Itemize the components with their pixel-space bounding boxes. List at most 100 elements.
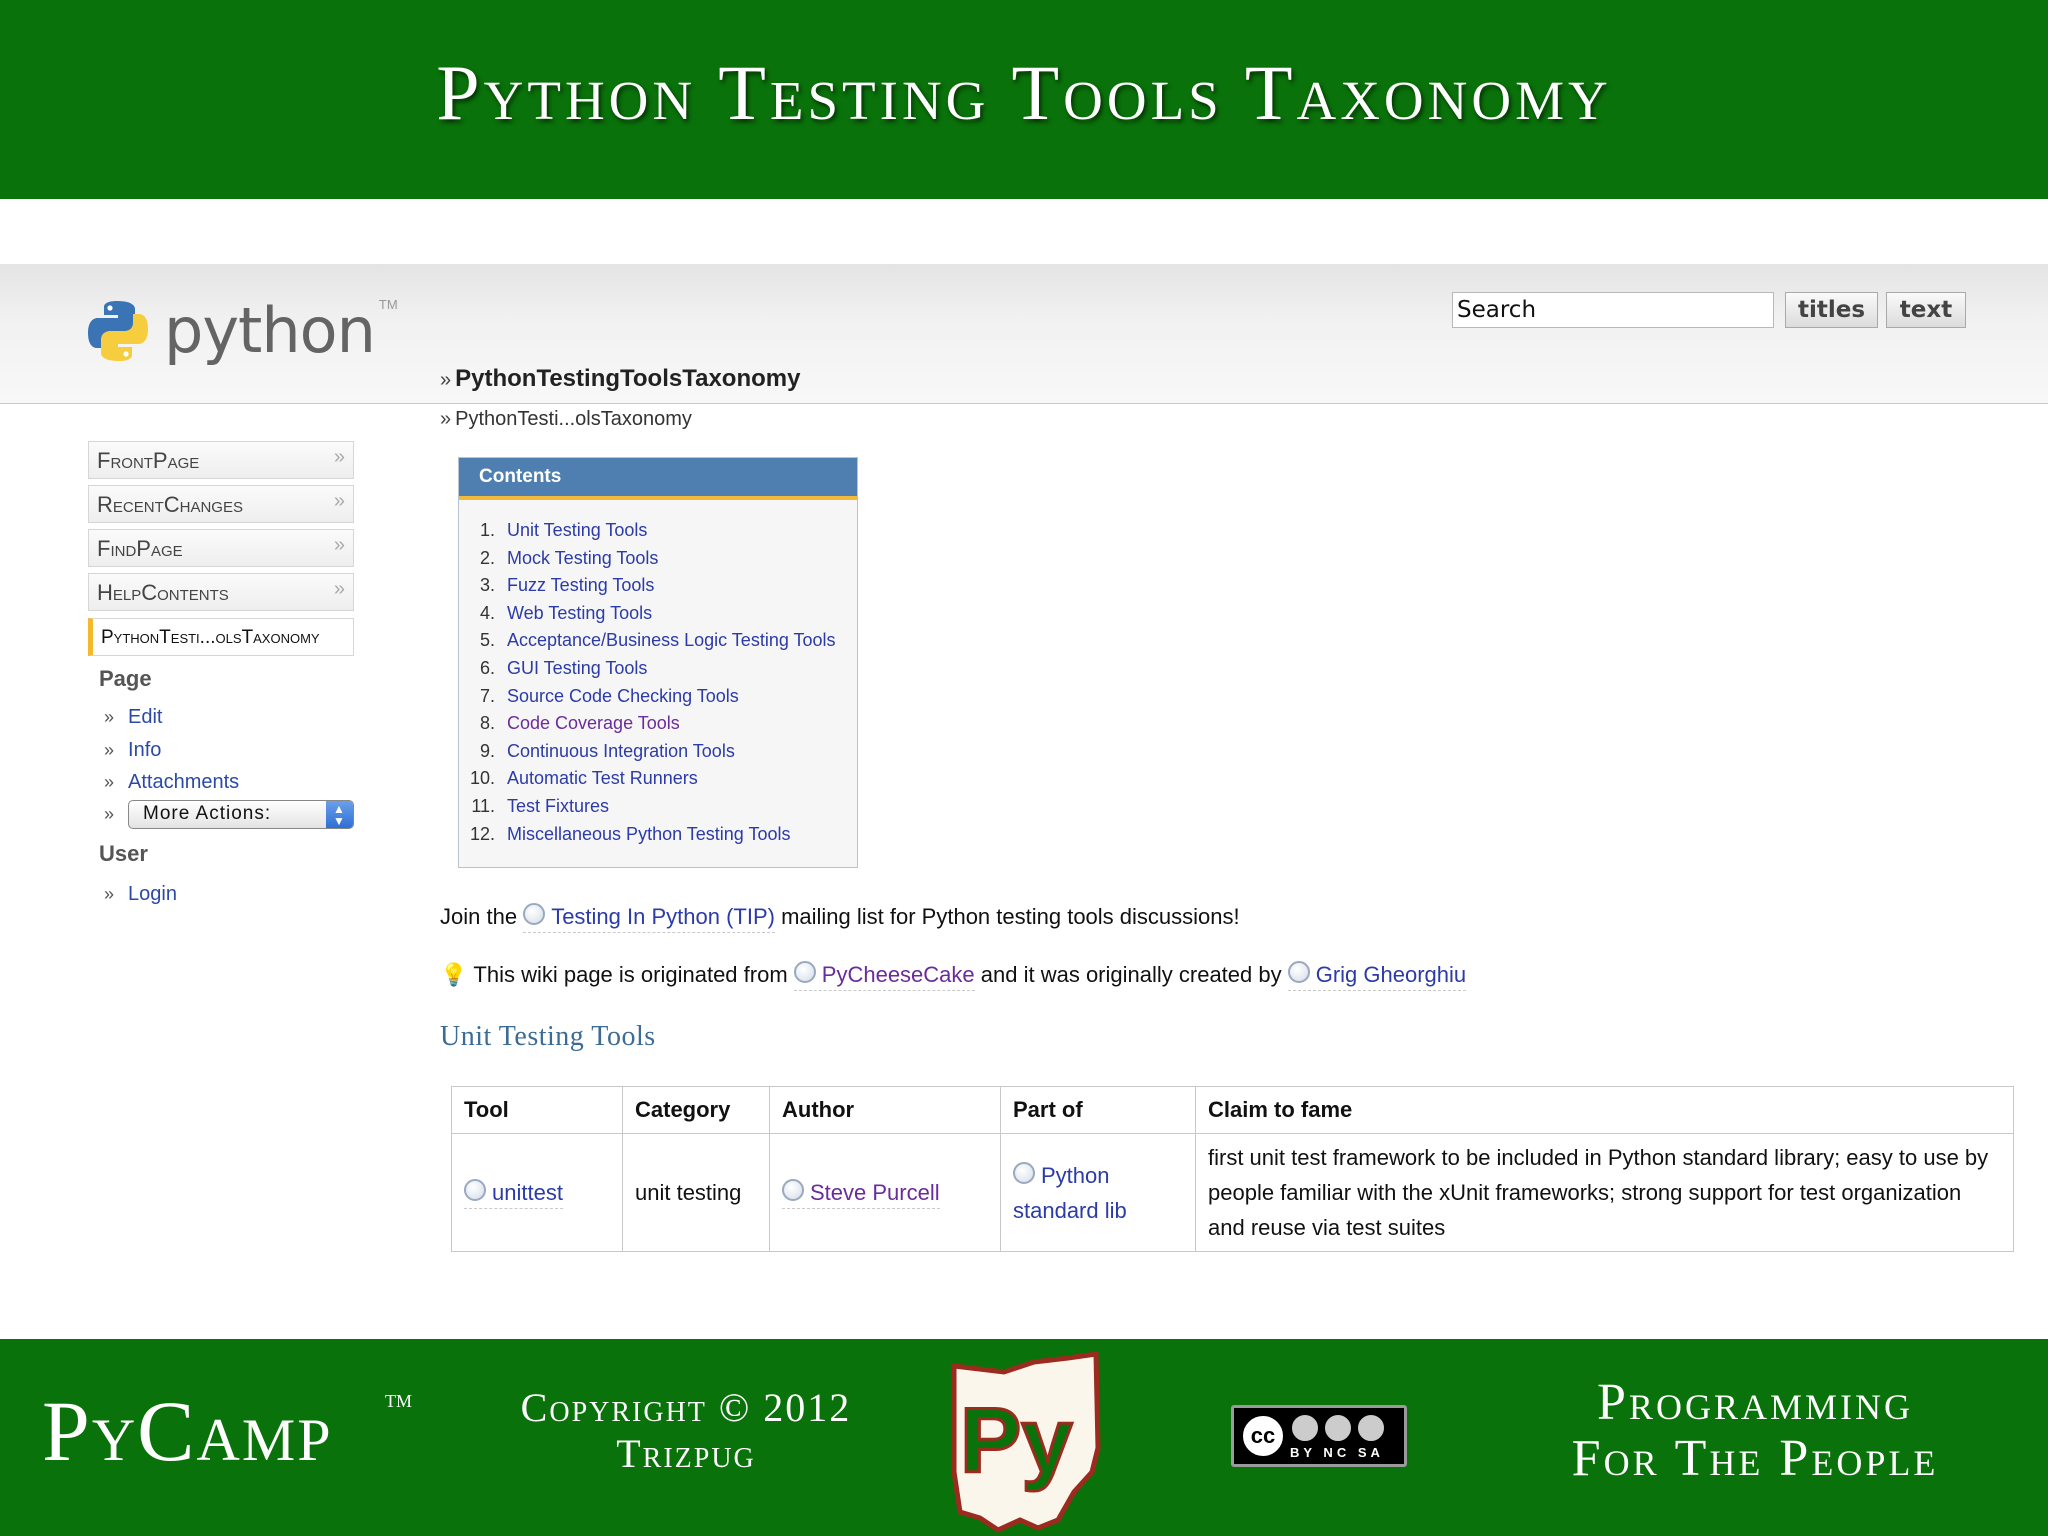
pycheesecake-text: PyCheeseCake — [821, 962, 975, 987]
toc-link[interactable]: Miscellaneous Python Testing Tools — [507, 824, 791, 852]
toc-link[interactable]: Fuzz Testing Tools — [507, 575, 654, 603]
raquo-icon: » — [104, 740, 115, 760]
globe-icon — [523, 903, 546, 925]
nav-label: FindPage — [97, 536, 183, 561]
cc-terms: BY NC SA — [1290, 1412, 1386, 1460]
part-of-cell: Python standard lib — [1000, 1133, 1196, 1252]
more-actions-row: » — [104, 803, 128, 826]
unittest-link[interactable]: unittest — [464, 1179, 563, 1209]
author-text: Steve Purcell — [810, 1180, 940, 1205]
search-input[interactable] — [1452, 292, 1774, 328]
globe-icon — [464, 1179, 486, 1201]
toc-number: 12. — [469, 823, 495, 844]
nav-helpcontents[interactable]: HelpContents » — [88, 573, 354, 611]
toc-number: 7. — [479, 685, 495, 706]
toc-item[interactable]: 2. Mock Testing Tools — [459, 548, 857, 576]
toc-item[interactable]: 1. Unit Testing Tools — [459, 520, 857, 548]
toc-item[interactable]: 3. Fuzz Testing Tools — [459, 575, 857, 603]
copyright-owner: Trizpug — [616, 1431, 756, 1476]
slide-header: Python Testing Tools Taxonomy — [0, 0, 2048, 199]
tip-link[interactable]: Testing In Python (TIP) — [523, 903, 775, 933]
nav-current-page[interactable]: PythonTesti...olsTaxonomy — [88, 618, 354, 656]
page-title-link[interactable]: » PythonTestingToolsTaxonomy — [440, 365, 800, 393]
toc-link[interactable]: Code Coverage Tools — [507, 713, 680, 741]
join-prefix: Join the — [440, 904, 518, 929]
pycheesecake-link[interactable]: PyCheeseCake — [793, 961, 975, 991]
wiki-screenshot: python TM titles text »PythonTestingTool… — [0, 199, 2048, 1339]
tool-cell: unittest — [451, 1133, 623, 1252]
cc-terms-label: BY NC SA — [1290, 1444, 1384, 1460]
attachments-link[interactable]: » Attachments — [104, 771, 239, 794]
contents-box: Contents 1. Unit Testing Tools 2. Mock Tes… — [458, 457, 858, 868]
steve-purcell-link[interactable]: Steve Purcell — [782, 1179, 940, 1209]
pycamp-brand: PyCamp — [42, 1383, 333, 1479]
ohio-py-logo-icon: Py — [951, 1352, 1101, 1533]
toc-link[interactable]: Test Fixtures — [507, 796, 609, 824]
toc-link[interactable]: Web Testing Tools — [507, 603, 652, 631]
nav-label: PythonTesti...olsTaxonomy — [101, 627, 320, 648]
toc-link[interactable]: Acceptance/Business Logic Testing Tools — [507, 630, 836, 658]
copyright-line: Copyright © 2012 — [520, 1385, 852, 1430]
raquo-icon: » — [104, 772, 115, 792]
col-header: Category — [622, 1086, 770, 1134]
raquo-icon: » — [104, 884, 115, 904]
tagline: Programming For The People — [1530, 1375, 1980, 1487]
toc-item[interactable]: 8. Code Coverage Tools — [459, 713, 857, 741]
copyright-notice: Copyright © 2012 Trizpug — [510, 1385, 862, 1477]
toc-link[interactable]: Mock Testing Tools — [507, 548, 658, 576]
more-actions-label: More Actions: — [143, 803, 272, 824]
grig-gheorghiu-link[interactable]: Grig Gheorghiu — [1287, 961, 1467, 991]
python-stdlib-link[interactable]: Python standard lib — [1013, 1161, 1127, 1223]
toc-item[interactable]: 9. Continuous Integration Tools — [459, 741, 857, 769]
pycamp-trademark: TM — [385, 1391, 412, 1411]
toc-number: 4. — [479, 602, 495, 623]
page-section-heading: Page — [99, 666, 152, 691]
tools-table: Tool Category Author Part of Claim to fa… — [451, 1086, 2014, 1252]
toc-item[interactable]: 5. Acceptance/Business Logic Testing Tool… — [459, 630, 857, 658]
info-label: Info — [128, 739, 162, 761]
creative-commons-badge[interactable]: cc BY NC SA — [1231, 1405, 1407, 1467]
double-chevron-icon: » — [333, 534, 345, 556]
raquo-icon: » — [440, 369, 452, 391]
nav-label: HelpContents — [97, 580, 229, 605]
toc-item[interactable]: 12. Miscellaneous Python Testing Tools — [459, 824, 857, 852]
edit-label: Edit — [128, 706, 163, 728]
part-of-line1: Python — [1041, 1162, 1110, 1188]
breadcrumb[interactable]: » PythonTesti...olsTaxonomy — [440, 408, 692, 431]
sa-icon — [1356, 1412, 1386, 1443]
nav-recentchanges[interactable]: RecentChanges » — [88, 485, 354, 523]
category-cell: unit testing — [622, 1133, 770, 1252]
origin-middle: and it was originally created by — [980, 962, 1282, 987]
toc-link[interactable]: GUI Testing Tools — [507, 658, 647, 686]
raquo-icon: » — [104, 707, 115, 727]
login-link[interactable]: » Login — [104, 883, 177, 906]
cc-license-icons — [1290, 1412, 1386, 1443]
attachments-label: Attachments — [128, 771, 240, 793]
toc-link[interactable]: Automatic Test Runners — [507, 768, 698, 796]
toc-number: 10. — [469, 768, 495, 789]
table-header-row: Tool Category Author Part of Claim to fa… — [451, 1086, 2014, 1134]
text-search-button[interactable]: text — [1886, 292, 1966, 328]
toc-item[interactable]: 11. Test Fixtures — [459, 796, 857, 824]
toc-number: 2. — [479, 547, 495, 568]
toc-item[interactable]: 7. Source Code Checking Tools — [459, 686, 857, 714]
double-chevron-icon: » — [333, 490, 345, 512]
toc-link[interactable]: Unit Testing Tools — [507, 520, 647, 548]
toc-link[interactable]: Continuous Integration Tools — [507, 741, 735, 769]
titles-search-button[interactable]: titles — [1785, 292, 1878, 328]
toc-item[interactable]: 4. Web Testing Tools — [459, 603, 857, 631]
edit-link[interactable]: » Edit — [104, 706, 162, 729]
more-actions-select[interactable]: More Actions: ▲ ▼ — [128, 800, 354, 829]
nav-frontpage[interactable]: FrontPage » — [88, 441, 354, 479]
info-link[interactable]: » Info — [104, 739, 161, 762]
toc-item[interactable]: 6. GUI Testing Tools — [459, 658, 857, 686]
toc-item[interactable]: 10. Automatic Test Runners — [459, 768, 857, 796]
toc-number: 5. — [479, 630, 495, 651]
python-wordmark: python — [164, 294, 376, 367]
toc-link[interactable]: Source Code Checking Tools — [507, 686, 739, 714]
python-logo[interactable]: python TM — [84, 294, 398, 367]
nav-findpage[interactable]: FindPage » — [88, 529, 354, 567]
py-logo-text: Py — [960, 1390, 1073, 1492]
join-paragraph: Join the Testing In Python (TIP) mailing… — [440, 903, 1240, 933]
col-header: Tool — [451, 1086, 623, 1134]
